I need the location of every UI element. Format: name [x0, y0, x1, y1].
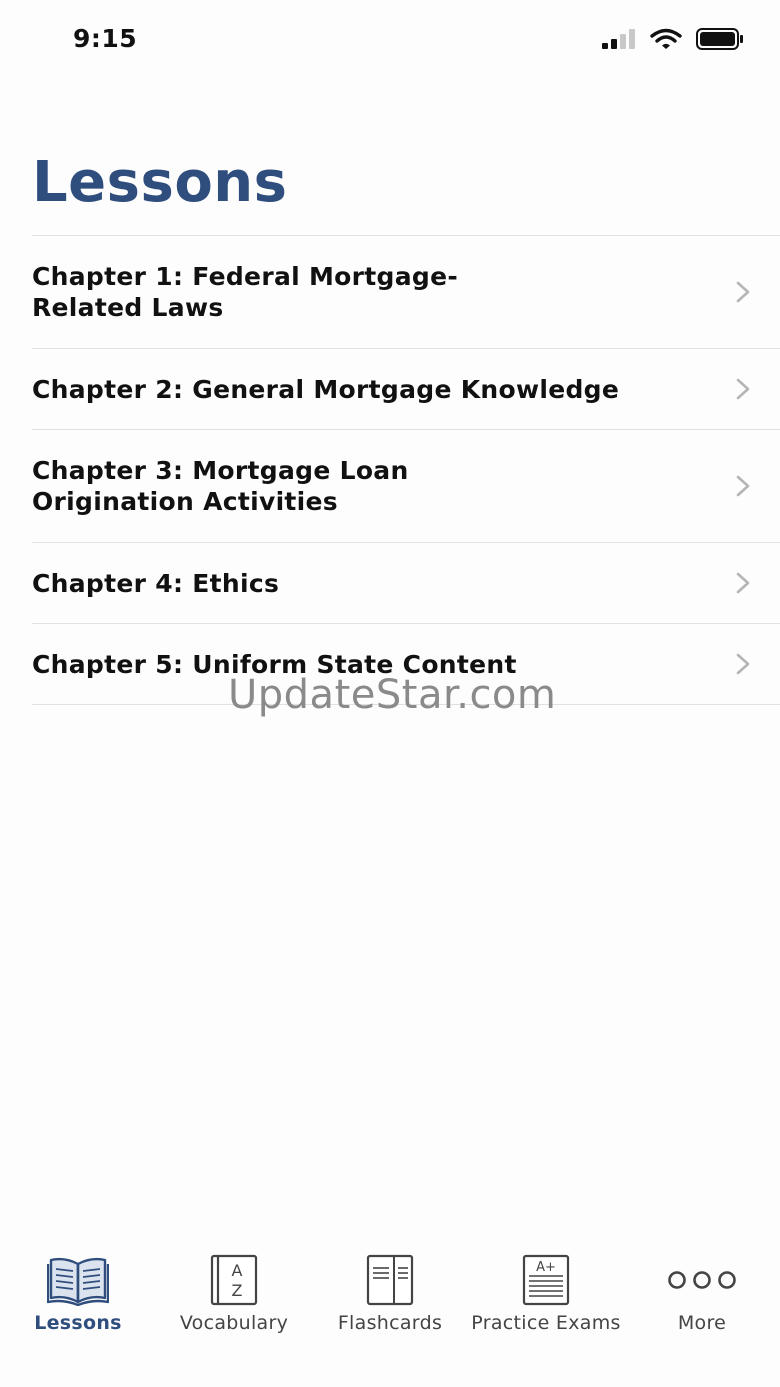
- cellular-signal-icon: [602, 29, 635, 49]
- chevron-right-icon: [736, 378, 750, 400]
- svg-text:A: A: [232, 1261, 243, 1280]
- az-book-icon: A Z: [210, 1254, 258, 1306]
- chevron-right-icon: [736, 475, 750, 497]
- tab-lessons[interactable]: Lessons: [0, 1252, 156, 1334]
- lesson-item-chapter-2[interactable]: Chapter 2: General Mortgage Knowledge: [32, 349, 780, 430]
- lesson-label: Chapter 2: General Mortgage Knowledge: [32, 374, 620, 404]
- watermark: UpdateStar.com: [228, 672, 557, 718]
- tab-label: Vocabulary: [179, 1312, 289, 1334]
- lesson-item-chapter-1[interactable]: Chapter 1: Federal Mortgage- Related Law…: [32, 236, 780, 349]
- status-time: 9:15: [73, 24, 138, 53]
- lesson-label: Chapter 4: Ethics: [32, 568, 280, 598]
- tab-label: Lessons: [34, 1312, 122, 1334]
- lesson-item-chapter-4[interactable]: Chapter 4: Ethics: [32, 543, 780, 624]
- battery-icon: [696, 28, 743, 50]
- tab-more[interactable]: More: [624, 1252, 780, 1334]
- tab-vocabulary[interactable]: A Z Vocabulary: [156, 1252, 312, 1334]
- chevron-right-icon: [736, 653, 750, 675]
- lesson-item-chapter-3[interactable]: Chapter 3: Mortgage Loan Origination Act…: [32, 430, 780, 543]
- open-book-icon: [47, 1257, 109, 1306]
- lesson-list: Chapter 1: Federal Mortgage- Related Law…: [32, 235, 780, 705]
- page-title: Lessons: [32, 150, 288, 215]
- more-dots-icon: [668, 1271, 736, 1289]
- tab-label: Practice Exams: [471, 1312, 621, 1334]
- chevron-right-icon: [736, 572, 750, 594]
- status-bar: 9:15: [0, 0, 780, 80]
- flashcards-icon: [366, 1254, 414, 1306]
- tab-practice-exams[interactable]: A+ Practice Exams: [468, 1252, 624, 1334]
- svg-text:A+: A+: [536, 1260, 556, 1275]
- wifi-icon: [650, 28, 682, 49]
- svg-text:Z: Z: [232, 1281, 243, 1300]
- tab-label: Flashcards: [337, 1312, 443, 1334]
- tab-label: More: [677, 1312, 727, 1334]
- lesson-label: Chapter 3: Mortgage Loan Origination Act…: [32, 456, 409, 516]
- exam-paper-icon: A+: [522, 1254, 570, 1306]
- status-icons: [602, 28, 744, 50]
- tab-flashcards[interactable]: Flashcards: [312, 1252, 468, 1334]
- lesson-label: Chapter 1: Federal Mortgage- Related Law…: [32, 262, 459, 322]
- chevron-right-icon: [736, 281, 750, 303]
- tab-bar: Lessons A Z Vocabulary Flashcards A+ Pra…: [0, 1240, 780, 1387]
